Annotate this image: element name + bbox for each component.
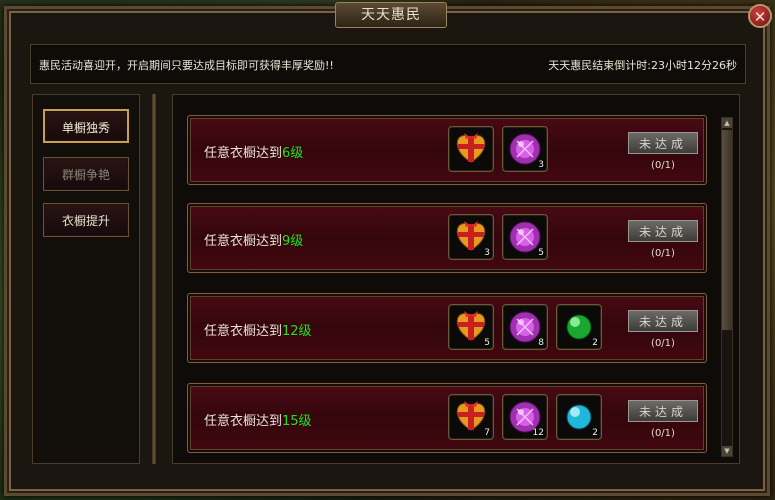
purple-orb-icon[interactable]: 12 bbox=[502, 394, 548, 440]
reward-list: 任意衣橱达到6级 3 未达成 (0/1) 任意衣橱达到9级 3 5 未达成 (0… bbox=[172, 94, 740, 464]
progress-text: (0/1) bbox=[651, 338, 675, 349]
reward-row: 任意衣橱达到6级 3 未达成 (0/1) bbox=[187, 115, 707, 185]
scroll-up-icon[interactable]: ▲ bbox=[722, 118, 732, 128]
progress-text: (0/1) bbox=[651, 428, 675, 439]
tab-group-wardrobe[interactable]: 群橱争艳 bbox=[43, 157, 129, 191]
reward-row: 任意衣橱达到12级 5 8 2 未达成 (0/1) bbox=[187, 293, 707, 363]
tab-wardrobe-upgrade[interactable]: 衣橱提升 bbox=[43, 203, 129, 237]
window-title: 天天惠民 bbox=[335, 2, 447, 28]
claim-status-button[interactable]: 未达成 bbox=[628, 310, 698, 332]
progress-text: (0/1) bbox=[651, 160, 675, 171]
goal-level: 12级 bbox=[282, 324, 312, 339]
claim-status-button[interactable]: 未达成 bbox=[628, 220, 698, 242]
goal-label: 任意衣橱达到6级 bbox=[204, 146, 304, 161]
gift-box-icon[interactable]: 7 bbox=[448, 394, 494, 440]
goal-level: 6级 bbox=[282, 146, 304, 161]
claim-status-button[interactable]: 未达成 bbox=[628, 400, 698, 422]
notice-bar: 惠民活动喜迎开，开启期间只要达成目标即可获得丰厚奖励!! 天天惠民结束倒计时:2… bbox=[30, 44, 746, 84]
goal-level: 15级 bbox=[282, 414, 312, 429]
close-button[interactable]: ✕ bbox=[748, 4, 772, 28]
goal-label: 任意衣橱达到12级 bbox=[204, 324, 312, 339]
claim-status-button[interactable]: 未达成 bbox=[628, 132, 698, 154]
purple-orb-icon[interactable]: 8 bbox=[502, 304, 548, 350]
purple-orb-icon[interactable]: 3 bbox=[502, 126, 548, 172]
goal-level: 9级 bbox=[282, 234, 304, 249]
scroll-thumb[interactable] bbox=[722, 130, 732, 330]
countdown-timer: 天天惠民结束倒计时:23小时12分26秒 bbox=[548, 59, 737, 72]
gift-box-icon[interactable]: 5 bbox=[448, 304, 494, 350]
gift-box-icon[interactable]: 3 bbox=[448, 214, 494, 260]
gift-box-icon[interactable] bbox=[448, 126, 494, 172]
goal-label: 任意衣橱达到9级 bbox=[204, 234, 304, 249]
scroll-down-icon[interactable]: ▼ bbox=[722, 446, 732, 456]
cyan-gem-icon[interactable]: 2 bbox=[556, 394, 602, 440]
progress-text: (0/1) bbox=[651, 248, 675, 259]
purple-orb-icon[interactable]: 5 bbox=[502, 214, 548, 260]
tab-single-wardrobe[interactable]: 单橱独秀 bbox=[43, 109, 129, 143]
green-gem-icon[interactable]: 2 bbox=[556, 304, 602, 350]
goal-label: 任意衣橱达到15级 bbox=[204, 414, 312, 429]
event-description: 惠民活动喜迎开，开启期间只要达成目标即可获得丰厚奖励!! bbox=[39, 59, 334, 72]
category-sidebar: 单橱独秀 群橱争艳 衣橱提升 bbox=[32, 94, 140, 464]
reward-row: 任意衣橱达到9级 3 5 未达成 (0/1) bbox=[187, 203, 707, 273]
reward-row: 任意衣橱达到15级 7 12 2 未达成 (0/1) bbox=[187, 383, 707, 453]
panel-divider bbox=[152, 94, 156, 464]
list-scrollbar[interactable]: ▲ ▼ bbox=[721, 117, 733, 457]
